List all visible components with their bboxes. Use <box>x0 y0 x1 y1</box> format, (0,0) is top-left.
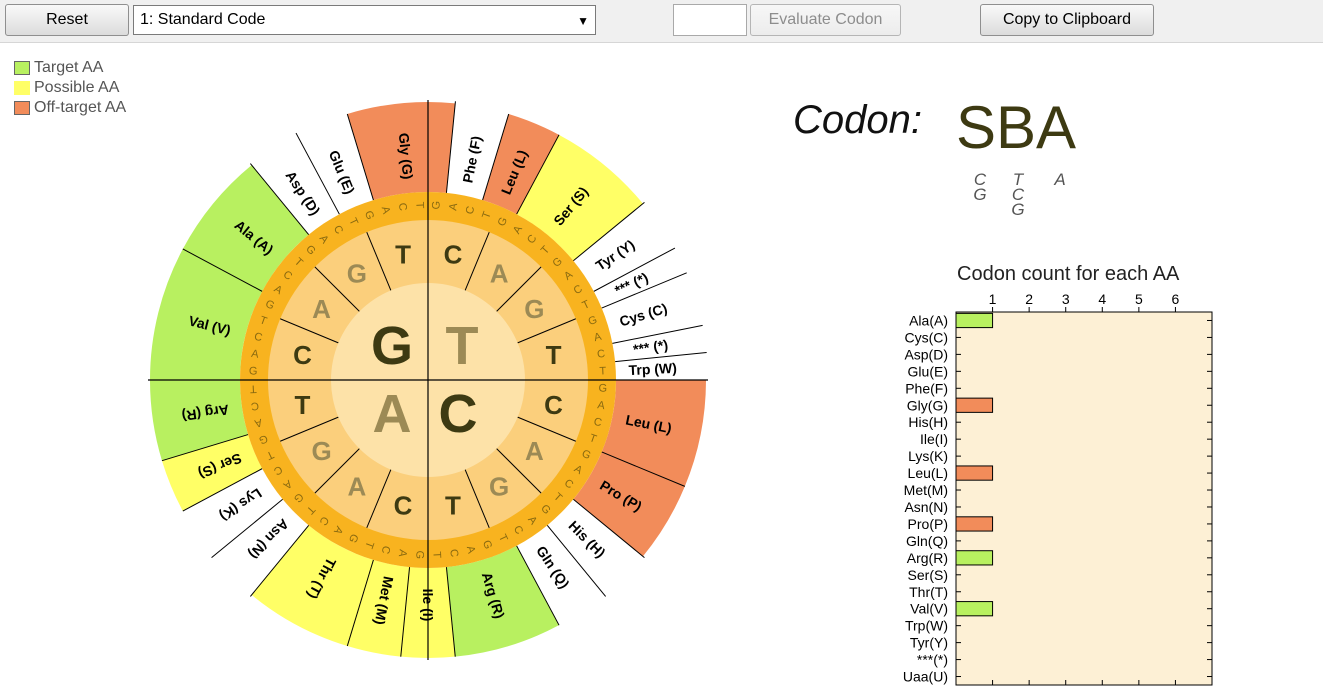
third-base-letter: T <box>430 551 442 559</box>
y-tick-label: Arg(R) <box>907 550 948 566</box>
y-tick-label: Gln(Q) <box>906 533 948 549</box>
first-base-letter[interactable]: T <box>446 316 479 376</box>
bar <box>955 312 994 329</box>
codon-pos2-base: G <box>1011 200 1025 219</box>
y-tick-label: Ile(I) <box>920 431 948 447</box>
bar <box>955 465 994 481</box>
third-base-letter: T <box>249 382 257 394</box>
y-tick-label: Phe(F) <box>905 380 948 396</box>
y-tick-label: Ser(S) <box>908 567 948 583</box>
y-tick-label: Asn(N) <box>904 499 948 515</box>
second-base-letter[interactable]: A <box>347 471 366 501</box>
y-tick-label: Cys(C) <box>904 329 948 345</box>
first-base-letter[interactable]: A <box>373 384 412 444</box>
second-base-letter[interactable]: C <box>444 239 463 269</box>
second-base-letter[interactable]: C <box>544 390 563 420</box>
second-base-letter[interactable]: A <box>525 436 544 466</box>
second-base-letter[interactable]: T <box>546 340 562 370</box>
y-tick-label: Pro(P) <box>908 516 948 532</box>
y-tick-label: Val(V) <box>910 601 948 617</box>
y-tick-label: Ala(A) <box>909 312 948 328</box>
y-tick-label: Met(M) <box>904 482 948 498</box>
chart-title: Codon count for each AA <box>957 263 1180 285</box>
bar <box>955 550 994 566</box>
codon-pos3-base: A <box>1054 170 1066 189</box>
aa-label[interactable]: *** (*) <box>612 269 650 298</box>
aa-label[interactable]: Glu (E) <box>326 148 358 197</box>
x-tick-label: 5 <box>1135 291 1143 307</box>
second-base-letter[interactable]: G <box>489 471 509 501</box>
second-base-letter[interactable]: A <box>490 259 509 289</box>
x-tick-label: 2 <box>1025 291 1033 307</box>
aa-label[interactable]: His (H) <box>565 517 608 560</box>
third-base-letter: G <box>249 365 258 377</box>
aa-label[interactable]: Phe (F) <box>459 134 484 184</box>
second-base-letter[interactable]: G <box>524 294 544 324</box>
aa-label[interactable]: *** (*) <box>632 337 669 358</box>
codon-wheel[interactable]: Val (V)Ala (A)Asp (D) Glu (E) Gly (G) Phe (… <box>0 0 720 693</box>
second-base-letter[interactable]: T <box>295 390 311 420</box>
aa-label[interactable]: Trp (W) <box>628 360 677 378</box>
y-tick-label: Uaa(U) <box>903 669 948 685</box>
bar <box>955 601 994 617</box>
plot-area <box>955 311 1213 686</box>
y-tick-label: Tyr(Y) <box>910 635 948 651</box>
x-tick-label: 3 <box>1062 291 1070 307</box>
codon-value: SBA <box>956 94 1077 161</box>
y-tick-label: ***(*) <box>917 652 948 668</box>
x-tick-label: 1 <box>989 291 997 307</box>
second-base-letter[interactable]: G <box>347 259 367 289</box>
second-base-letter[interactable]: C <box>394 491 413 521</box>
y-tick-label: Gly(G) <box>907 397 948 413</box>
third-base-letter: G <box>430 201 442 210</box>
copy-to-clipboard-button[interactable]: Copy to Clipboard <box>980 4 1154 36</box>
y-tick-label: Lys(K) <box>908 448 948 464</box>
second-base-letter[interactable]: C <box>293 340 312 370</box>
second-base-letter[interactable]: T <box>445 491 461 521</box>
first-base-letter[interactable]: C <box>439 384 478 444</box>
y-tick-label: Leu(L) <box>908 465 948 481</box>
aa-label[interactable]: Cys (C) <box>618 300 670 330</box>
y-tick-label: Asp(D) <box>904 346 948 362</box>
aa-label[interactable]: Tyr (Y) <box>593 236 638 273</box>
evaluate-codon-button[interactable]: Evaluate Codon <box>750 4 901 36</box>
third-base-letter: G <box>598 382 607 394</box>
third-base-letter: G <box>413 550 425 559</box>
second-base-letter[interactable]: T <box>395 239 411 269</box>
second-base-letter[interactable]: G <box>311 436 331 466</box>
bar <box>955 397 994 413</box>
codon-pos1-base: G <box>973 185 987 204</box>
x-tick-label: 6 <box>1172 291 1180 307</box>
y-tick-label: Trp(W) <box>905 618 948 634</box>
y-tick-label: Thr(T) <box>909 584 948 600</box>
third-base-letter: T <box>413 202 425 210</box>
first-base-letter[interactable]: G <box>371 316 413 376</box>
y-tick-label: His(H) <box>908 414 948 430</box>
aa-label[interactable]: Lys (K) <box>217 485 265 524</box>
second-base-letter[interactable]: A <box>312 294 331 324</box>
bar <box>955 516 994 532</box>
third-base-letter: T <box>599 365 607 377</box>
y-tick-label: Glu(E) <box>908 363 948 379</box>
aa-label[interactable]: Gln (Q) <box>533 543 573 591</box>
x-tick-label: 4 <box>1098 291 1106 307</box>
codon-label: Codon: <box>793 98 922 142</box>
